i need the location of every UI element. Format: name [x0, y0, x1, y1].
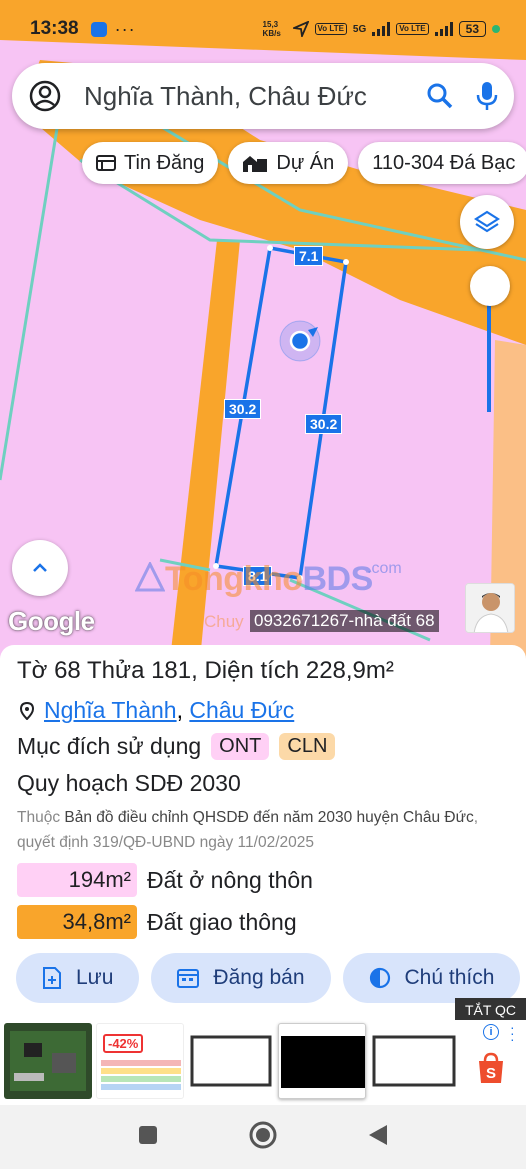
place-icon — [20, 701, 34, 720]
area-row: 194m² Đất ở nông thôn — [17, 863, 313, 897]
square-icon — [139, 1125, 157, 1144]
plan-title: Quy hoạch SDĐ 2030 — [17, 770, 241, 796]
volte-icon: Vo LTE — [314, 23, 347, 35]
watermark: TongkhoBDS — [134, 560, 373, 599]
news-icon — [96, 155, 116, 171]
calendar-icon — [177, 969, 200, 988]
legend-button[interactable]: Chú thích — [342, 953, 521, 1003]
search-bar[interactable]: Nghĩa Thành, Châu Đức — [12, 63, 514, 129]
watermark-com: .com — [367, 560, 402, 577]
search-input[interactable]: Nghĩa Thành, Châu Đức — [84, 81, 426, 112]
back-button[interactable] — [368, 1124, 388, 1151]
ad-thumb-board[interactable] — [4, 1023, 92, 1099]
save-button[interactable]: Lưu — [16, 953, 140, 1003]
area-label: Đất giao thông — [147, 908, 297, 935]
chevron-up-icon — [33, 563, 47, 572]
shopee-icon[interactable]: S — [476, 1052, 506, 1084]
purpose-tag-cln: CLN — [279, 733, 336, 760]
location-separator: , — [176, 697, 183, 723]
svg-text:S: S — [486, 1065, 496, 1082]
watermark-icon — [134, 560, 166, 592]
chip-label: Tin Đăng — [124, 151, 205, 174]
watermark-sub: Chuy — [204, 612, 244, 631]
five-g-label: 5G — [352, 23, 367, 35]
parcel-edge-label-right: 30.2 — [305, 414, 343, 434]
screen: { "status_bar": { "time": "13:38", "net_… — [0, 0, 526, 1169]
ad-info-icon[interactable]: i — [483, 1024, 499, 1040]
signal-icon-2 — [434, 22, 453, 36]
purpose-label: Mục đích sử dụng — [17, 733, 202, 759]
google-logo: Google — [8, 606, 95, 636]
legend-label: Chú thích — [404, 966, 495, 989]
ad-thumb-screen-1[interactable] — [188, 1023, 274, 1099]
area-label: Đất ở nông thôn — [147, 866, 313, 893]
layers-button[interactable] — [460, 195, 514, 249]
parcel-edge-label-left: 30.2 — [224, 399, 262, 419]
privacy-dot — [492, 25, 500, 33]
opacity-slider-knob[interactable] — [470, 266, 510, 306]
close-ad-button[interactable]: TẮT QC — [455, 998, 526, 1022]
chip-label: Dự Án — [276, 151, 335, 174]
area-value: 194m² — [17, 863, 137, 897]
home-button[interactable] — [248, 1120, 278, 1155]
opacity-slider-track[interactable] — [487, 290, 491, 412]
layers-icon — [474, 210, 500, 233]
avatar[interactable] — [465, 583, 515, 633]
plan-description: Thuộc Bản đồ điều chỉnh QHSDĐ đến năm 20… — [17, 805, 517, 855]
account-icon[interactable] — [28, 79, 62, 113]
system-nav-bar — [0, 1105, 526, 1169]
discount-badge: -42% — [103, 1034, 144, 1053]
circle-home-icon — [249, 1121, 277, 1148]
signal-icon — [372, 22, 391, 36]
post-sale-label: Đăng bán — [213, 966, 305, 989]
parcel-title: Tờ 68 Thửa 181, Diện tích 228,9m² — [17, 657, 394, 684]
more-icon: ··· — [114, 18, 136, 39]
ad-thumb-screen-3[interactable] — [370, 1023, 458, 1099]
parcel-edge-label-top: 7.1 — [294, 246, 324, 266]
battery-icon: 53 — [458, 21, 486, 37]
chip-label: 110-304 Đá Bạc — [372, 151, 516, 174]
add-file-icon — [43, 967, 61, 989]
desc-prefix: Thuộc — [17, 809, 61, 826]
ad-banner[interactable]: -42% i · · · S — [0, 1020, 526, 1105]
triangle-back-icon — [369, 1124, 387, 1145]
chip-map-sheet[interactable]: 110-304 Đá Bạc — [358, 142, 526, 184]
net-speed: 15,3 KB/s — [262, 20, 281, 38]
volte-icon-2: Vo LTE — [396, 23, 429, 35]
area-row: 34,8m² Đất giao thông — [17, 905, 297, 939]
parcel-location: Nghĩa Thành, Châu Đức — [20, 697, 294, 724]
post-sale-button[interactable]: Đăng bán — [151, 953, 331, 1003]
ad-thumb-table[interactable]: -42% — [96, 1023, 184, 1099]
chip-tin-dang[interactable]: Tin Đăng — [82, 142, 219, 184]
ad-thumb-screen-2[interactable] — [278, 1023, 366, 1099]
status-bar: 13:38 ··· 15,3 KB/s Vo LTE 5G Vo LTE 53 — [0, 0, 526, 58]
commune-link[interactable]: Nghĩa Thành — [44, 697, 177, 723]
location-arrow-icon — [292, 21, 309, 37]
expand-up-button[interactable] — [12, 540, 68, 596]
microphone-icon[interactable] — [476, 81, 498, 111]
action-buttons: Lưu Đăng bán Chú thích — [16, 953, 526, 1003]
district-link[interactable]: Châu Đức — [189, 697, 294, 723]
desc-main: Bản đồ điều chỉnh QHSDĐ đến năm 2030 huy… — [64, 809, 474, 826]
ad-menu-icon[interactable]: · · · — [510, 1020, 515, 1046]
chip-du-an[interactable]: Dự Án — [228, 142, 349, 184]
area-value: 34,8m² — [17, 905, 137, 939]
contrast-icon — [369, 967, 390, 989]
building-icon — [243, 156, 268, 172]
recents-button[interactable] — [138, 1125, 158, 1150]
message-icon — [90, 21, 107, 37]
search-icon[interactable] — [426, 82, 454, 110]
land-purpose: Mục đích sử dụng ONT CLN — [17, 733, 336, 760]
save-label: Lưu — [76, 966, 114, 989]
status-time: 13:38 — [30, 18, 79, 39]
purpose-tag-ont: ONT — [211, 733, 270, 760]
phone-label[interactable]: 0932671267-nhà đất 68 — [250, 610, 439, 632]
filter-chips: Tin Đăng Dự Án 110-304 Đá Bạc — [82, 142, 526, 184]
